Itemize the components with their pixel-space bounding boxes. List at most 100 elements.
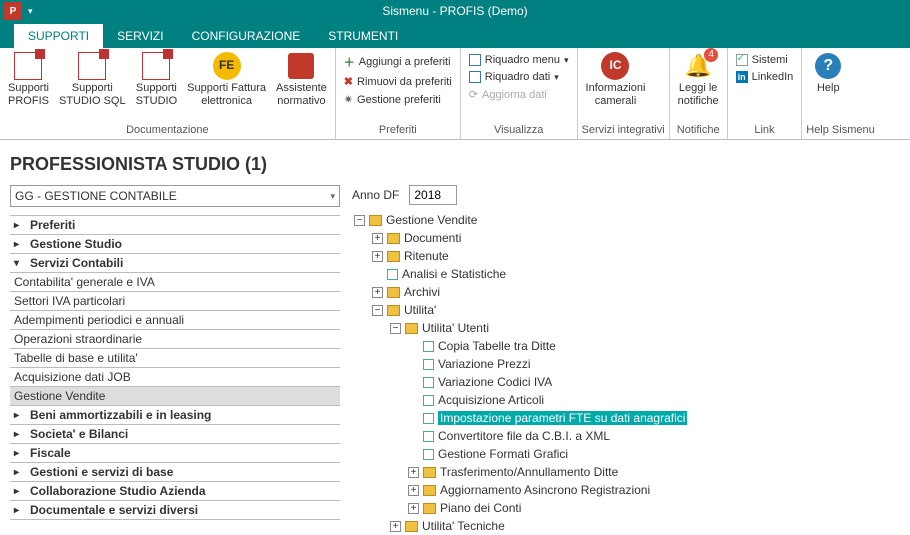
ribbon-group-servizi-integrativi: IC Informazioni camerali Servizi integra… [578, 48, 670, 139]
page-title: PROFESSIONISTA STUDIO (1) [0, 140, 910, 185]
panel-icon [469, 54, 481, 66]
remove-favorite-button[interactable]: ✖ Rimuovi da preferiti [340, 73, 456, 90]
acc-gestione-studio[interactable]: Gestione Studio [10, 235, 340, 254]
ribbon-group-preferiti: ＋ Aggiungi a preferiti ✖ Rimuovi da pref… [336, 48, 461, 139]
label: Supporti STUDIO [136, 82, 178, 107]
label: Riquadro dati [485, 71, 550, 83]
group-label: Servizi integrativi [582, 124, 665, 138]
riquadro-dati-button[interactable]: Riquadro dati ▾ [465, 69, 573, 85]
group-label: Help Sismenu [806, 124, 874, 138]
supporti-studio-sql-button[interactable]: Supporti STUDIO SQL [55, 50, 130, 124]
group-label: Documentazione [4, 124, 331, 138]
acc-fiscale[interactable]: Fiscale [10, 444, 340, 463]
tree-node-piano-conti[interactable]: +Piano dei Conti [408, 499, 900, 517]
acc-societa[interactable]: Societa' e Bilanci [10, 425, 340, 444]
tree-node-utilita[interactable]: −Utilita' −Utilita' Utenti Copia Tabelle… [372, 301, 900, 535]
tree-node-archivi[interactable]: +Archivi [372, 283, 900, 301]
title-bar: P ▾ Sismenu - PROFIS (Demo) [0, 0, 910, 22]
folder-icon [369, 215, 382, 226]
help-button[interactable]: ? Help [806, 50, 850, 124]
file-icon [423, 341, 434, 352]
tree-node-ritenute[interactable]: +Ritenute [372, 247, 900, 265]
ribbon-group-help: ? Help Help Sismenu [802, 48, 878, 139]
document-icon [78, 52, 106, 80]
acc-sub-settori-iva[interactable]: Settori IVA particolari [10, 292, 340, 311]
window-title: Sismenu - PROFIS (Demo) [382, 4, 527, 18]
acc-sub-acquisizione-job[interactable]: Acquisizione dati JOB [10, 368, 340, 387]
ic-icon: IC [601, 52, 629, 80]
document-icon [142, 52, 170, 80]
tree-view: −Gestione Vendite +Documenti +Ritenute A… [352, 211, 900, 535]
acc-sub-tabelle[interactable]: Tabelle di base e utilita' [10, 349, 340, 368]
supporti-profis-button[interactable]: Supporti PROFIS [4, 50, 53, 124]
app-icon[interactable]: P [4, 2, 22, 20]
tree-node-utilita-tecniche[interactable]: +Utilita' Tecniche [390, 517, 900, 535]
acc-documentale[interactable]: Documentale e servizi diversi [10, 501, 340, 520]
tree-node-trasferimento[interactable]: +Trasferimento/Annullamento Ditte [408, 463, 900, 481]
anno-input[interactable] [409, 185, 457, 205]
folder-icon [387, 287, 400, 298]
ribbon-group-documentazione: Supporti PROFIS Supporti STUDIO SQL Supp… [0, 48, 336, 139]
ribbon-group-visualizza: Riquadro menu ▾ Riquadro dati ▾ ⟳ Aggior… [461, 48, 578, 139]
acc-beni[interactable]: Beni ammortizzabili e in leasing [10, 406, 340, 425]
plus-icon: ＋ [344, 54, 355, 70]
label: Leggi le notifiche [678, 82, 719, 107]
tree-node-utilita-utenti[interactable]: −Utilita' Utenti Copia Tabelle tra Ditte… [390, 319, 900, 517]
tab-configurazione[interactable]: CONFIGURAZIONE [178, 24, 315, 48]
tree-node-variazione-prezzi[interactable]: Variazione Prezzi [408, 355, 900, 373]
gear-icon: ✷ [344, 93, 353, 106]
tree-node-aggiorn-async[interactable]: +Aggiornamento Asincrono Registrazioni [408, 481, 900, 499]
acc-sub-operazioni[interactable]: Operazioni straordinarie [10, 330, 340, 349]
ribbon: Supporti PROFIS Supporti STUDIO SQL Supp… [0, 48, 910, 140]
label: Informazioni camerali [586, 82, 646, 107]
tree-node-convertitore[interactable]: Convertitore file da C.B.I. a XML [408, 427, 900, 445]
acc-gestioni[interactable]: Gestioni e servizi di base [10, 463, 340, 482]
informazioni-camerali-button[interactable]: IC Informazioni camerali [582, 50, 650, 124]
tree-node-impostazione-fte[interactable]: Impostazione parametri FTE su dati anagr… [408, 409, 900, 427]
assistente-normativo-button[interactable]: Assistente normativo [272, 50, 331, 124]
acc-servizi-contabili[interactable]: Servizi Contabili [10, 254, 340, 273]
folder-icon [423, 467, 436, 478]
assist-icon [287, 52, 315, 80]
tree-node-gestione-formati[interactable]: Gestione Formati Grafici [408, 445, 900, 463]
group-label: Preferiti [340, 124, 456, 138]
supporti-studio-button[interactable]: Supporti STUDIO [132, 50, 182, 124]
label: Riquadro menu [485, 54, 560, 66]
tab-strumenti[interactable]: STRUMENTI [314, 24, 412, 48]
acc-sub-adempimenti[interactable]: Adempimenti periodici e annuali [10, 311, 340, 330]
linkedin-icon: in [736, 71, 748, 83]
link-linkedin[interactable]: in LinkedIn [732, 69, 798, 85]
tree-node-documenti[interactable]: +Documenti [372, 229, 900, 247]
ribbon-tabs: SUPPORTI SERVIZI CONFIGURAZIONE STRUMENT… [0, 22, 910, 48]
file-icon [423, 359, 434, 370]
acc-sub-contabilita[interactable]: Contabilita' generale e IVA [10, 273, 340, 292]
tree-node-analisi[interactable]: Analisi e Statistiche [372, 265, 900, 283]
manage-favorites-button[interactable]: ✷ Gestione preferiti [340, 91, 456, 108]
tree-node-acquisizione-articoli[interactable]: Acquisizione Articoli [408, 391, 900, 409]
tree-node-gestione-vendite[interactable]: −Gestione Vendite +Documenti +Ritenute A… [354, 211, 900, 535]
tree-node-copia-tabelle[interactable]: Copia Tabelle tra Ditte [408, 337, 900, 355]
folder-icon [423, 503, 436, 514]
quick-access-dropdown-icon[interactable]: ▾ [28, 6, 33, 17]
leggi-notifiche-button[interactable]: 🔔4 Leggi le notifiche [674, 50, 723, 124]
module-combobox[interactable]: GG - GESTIONE CONTABILE ▾ [10, 185, 340, 207]
label: Aggiungi a preferiti [359, 56, 451, 68]
tab-supporti[interactable]: SUPPORTI [14, 24, 103, 48]
combo-value: GG - GESTIONE CONTABILE [15, 189, 177, 203]
riquadro-menu-button[interactable]: Riquadro menu ▾ [465, 52, 573, 68]
add-favorite-button[interactable]: ＋ Aggiungi a preferiti [340, 52, 456, 72]
supporti-fattura-button[interactable]: FE Supporti Fattura elettronica [183, 50, 270, 124]
folder-icon [405, 323, 418, 334]
remove-icon: ✖ [344, 75, 353, 88]
label: Aggiorna dati [482, 89, 547, 101]
acc-sub-gestione-vendite[interactable]: Gestione Vendite [10, 387, 340, 406]
aggiorna-dati-button[interactable]: ⟳ Aggiorna dati [465, 86, 573, 103]
acc-preferiti[interactable]: Preferiti [10, 216, 340, 235]
tab-servizi[interactable]: SERVIZI [103, 24, 177, 48]
link-sistemi[interactable]: Sistemi [732, 52, 798, 68]
file-icon [423, 431, 434, 442]
tree-node-variazione-codici[interactable]: Variazione Codici IVA [408, 373, 900, 391]
chevron-down-icon: ▾ [330, 191, 335, 202]
acc-collaborazione[interactable]: Collaborazione Studio Azienda [10, 482, 340, 501]
file-icon [387, 269, 398, 280]
